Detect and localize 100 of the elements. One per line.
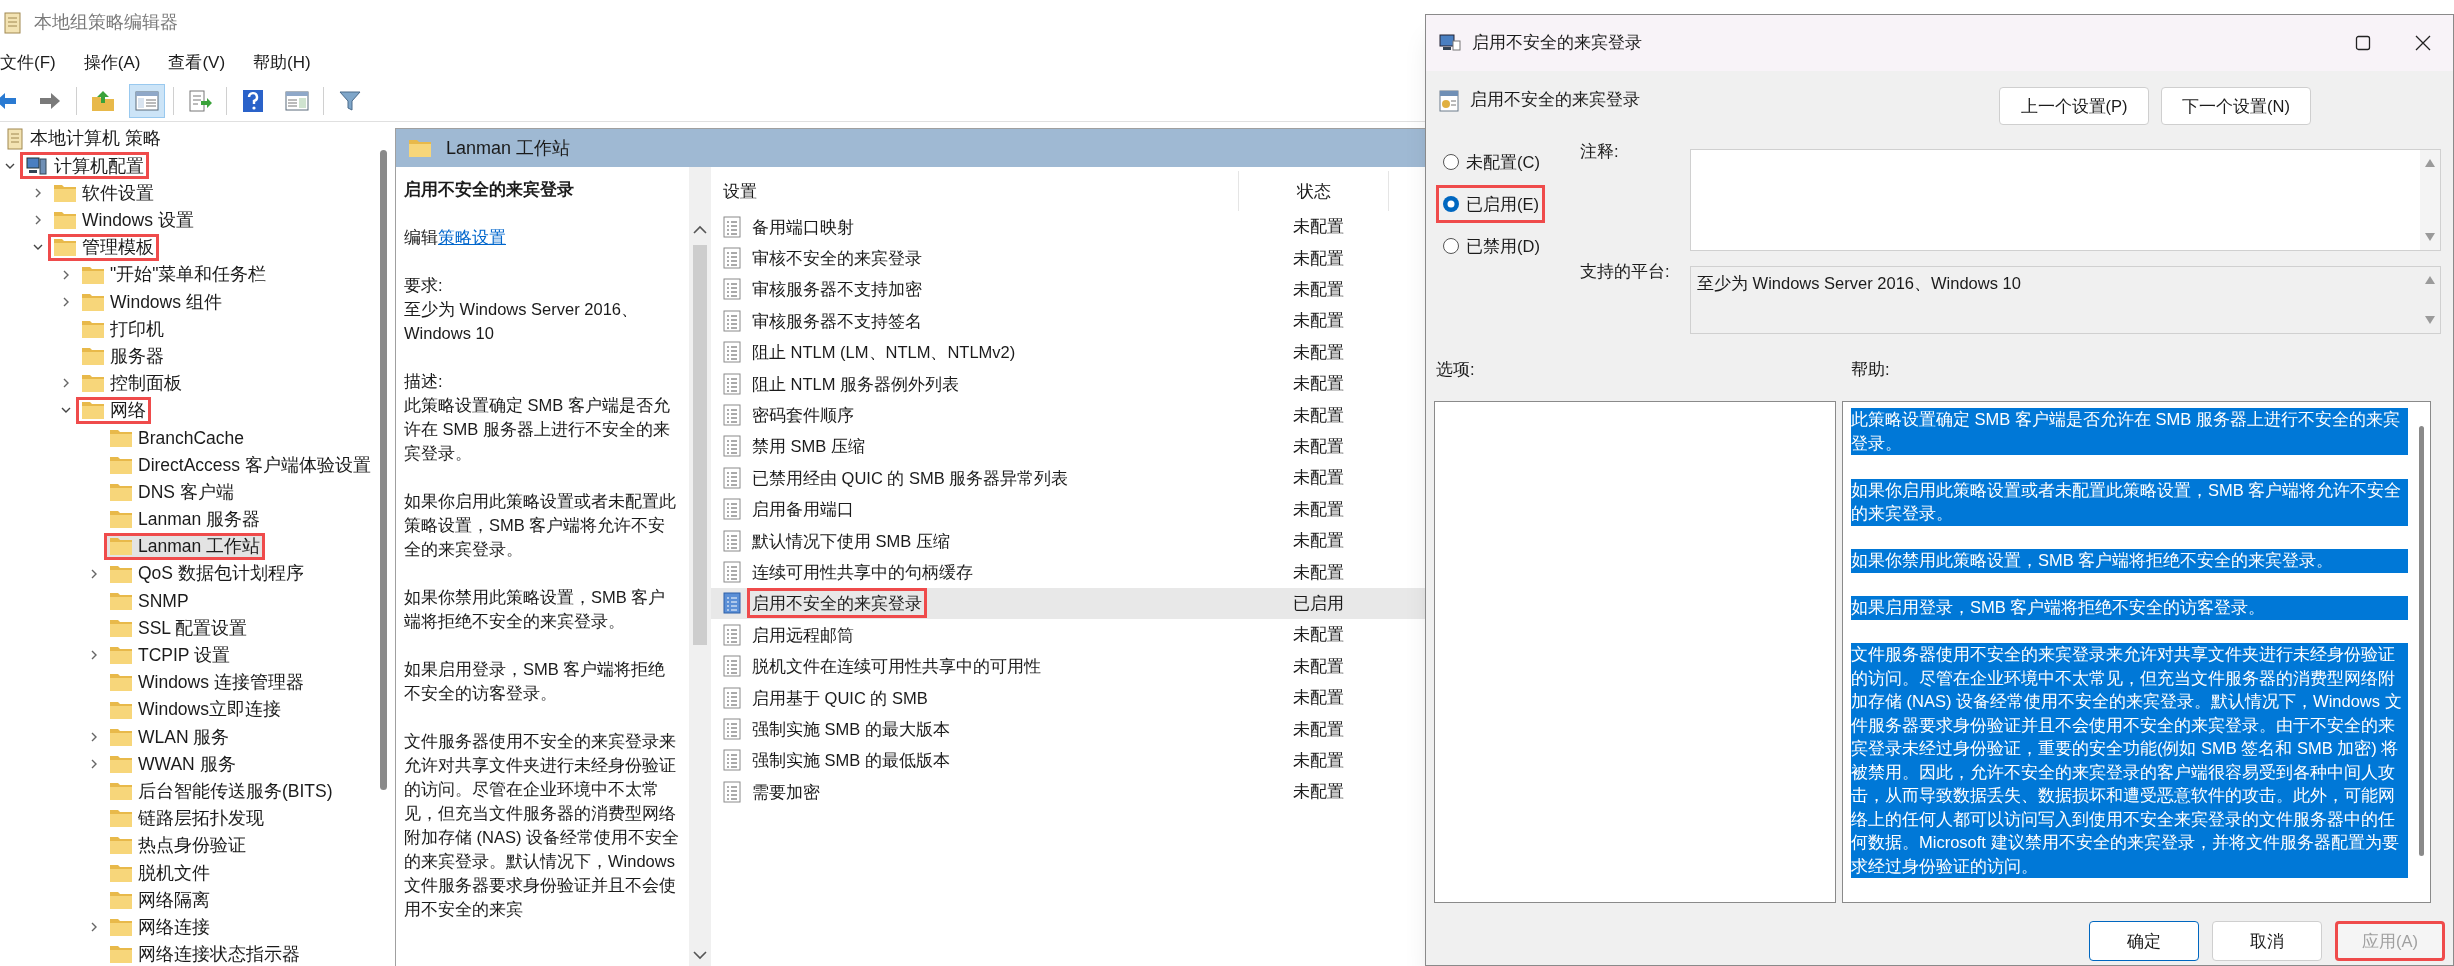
setting-state: 未配置 [1292, 624, 1344, 646]
description-text: 此策略设置确定 SMB 客户端是否允许在 SMB 服务器上进行不安全的来宾登录。 [404, 395, 671, 464]
tree-item[interactable]: Windows 设置 [48, 206, 199, 234]
computer-icon [1438, 32, 1462, 54]
tree-item[interactable]: 脱机文件 [104, 859, 215, 887]
setting-name[interactable]: 阻止 NTLM (LM、NTLM、NTLMv2) [747, 337, 1021, 368]
setting-state: 未配置 [1292, 216, 1344, 238]
folder-icon [109, 726, 133, 747]
folder-icon [109, 672, 133, 693]
tree-item[interactable]: 后台智能传送服务(BITS) [104, 777, 338, 805]
folder-icon [109, 563, 133, 584]
ok-button[interactable]: 确定 [2089, 921, 2199, 961]
tree-item[interactable]: SSL 配置设置 [104, 614, 253, 642]
setting-name[interactable]: 脱机文件在连续可用性共享中的可用性 [747, 651, 1046, 682]
setting-name[interactable]: 需要加密 [747, 776, 825, 807]
folder-up-icon [90, 89, 116, 113]
scrollbar-thumb[interactable] [2419, 426, 2424, 856]
tree-item[interactable]: DirectAccess 客户端体验设置 [104, 451, 376, 479]
radio-button[interactable]: 已禁用(D) [1436, 227, 1546, 265]
computer-icon [25, 154, 49, 177]
setting-state: 未配置 [1292, 561, 1344, 583]
setting-name[interactable]: 启用基于 QUIC 的 SMB [747, 682, 933, 713]
folder-icon [109, 427, 133, 448]
help-text: 如果你禁用此策略设置，SMB 客户端将拒绝不安全的来宾登录。 [1851, 549, 2408, 573]
setting-name[interactable]: 强制实施 SMB 的最大版本 [747, 713, 955, 744]
setting-name[interactable]: 审核服务器不支持加密 [747, 274, 927, 305]
setting-name[interactable]: 阻止 NTLM 服务器例外列表 [747, 368, 965, 399]
setting-name[interactable]: 启用不安全的来宾登录 [747, 588, 927, 619]
column-header[interactable]: 设置 [711, 171, 1239, 211]
tree-item[interactable]: Lanman 工作站 [104, 532, 266, 560]
setting-state: 未配置 [1292, 718, 1344, 740]
description-text: 文件服务器使用不安全的来宾登录来允许对共享文件夹进行未经身份验证的访问。尽管在企业环境中不太常见，但充当文件服务器的消费型网络附加存储 (NAS) 设备经常使用不安全的来宾登录。默认情况下，Windows 文件服务器要求身份验证并且不会使用不安全的来宾 [404, 731, 681, 920]
tree-item[interactable]: "开始"菜单和任务栏 [76, 261, 272, 289]
policy-icon [723, 372, 741, 395]
platform-label: 支持的平台: [1580, 261, 1671, 282]
setting-name[interactable]: 密码套件顺序 [747, 400, 859, 431]
tree-item[interactable]: 热点身份验证 [104, 831, 251, 859]
previous-setting-button[interactable]: 上一个设置(P) [1999, 87, 2149, 125]
setting-name[interactable]: 连续可用性共享中的句柄缓存 [747, 557, 978, 587]
setting-name[interactable]: 禁用 SMB 压缩 [747, 431, 870, 462]
folder-icon [109, 699, 133, 720]
tree-item[interactable]: SNMP [104, 587, 194, 615]
setting-title: 启用不安全的来宾登录 [1470, 89, 1640, 111]
tree-item[interactable]: 打印机 [76, 315, 169, 343]
scroll-down-icon[interactable] [693, 950, 707, 960]
folder-icon [81, 264, 105, 285]
tree-item[interactable]: 网络隔离 [104, 886, 215, 914]
policy-icon [723, 498, 741, 521]
scroll-up-icon[interactable] [693, 225, 707, 235]
setting-name[interactable]: 审核不安全的来宾登录 [747, 243, 927, 274]
policy-icon [723, 215, 741, 238]
setting-name[interactable]: 备用端口映射 [747, 211, 859, 242]
help-text: 如果启用登录，SMB 客户端将拒绝不安全的访客登录。 [1851, 596, 2408, 620]
setting-name[interactable]: 强制实施 SMB 的最低版本 [747, 745, 955, 776]
tree-item[interactable]: 网络连接状态指示器 [104, 940, 305, 966]
column-header[interactable]: 状态 [1239, 171, 1389, 211]
policy-icon [723, 529, 741, 552]
tree-item[interactable]: DNS 客户端 [104, 478, 239, 506]
folder-icon [53, 182, 77, 203]
tree-item[interactable]: 网络 [76, 396, 151, 424]
scrollbar-thumb[interactable] [693, 245, 707, 645]
menu-item[interactable]: 帮助(H) [249, 50, 315, 76]
tree-item[interactable]: 软件设置 [48, 179, 159, 207]
tree-item[interactable]: 链路层拓扑发现 [104, 804, 269, 832]
tree-item[interactable]: Lanman 服务器 [104, 505, 266, 533]
description-title: 启用不安全的来宾登录 [404, 179, 575, 200]
tree-item[interactable]: WWAN 服务 [104, 750, 241, 778]
setting-name[interactable]: 启用备用端口 [747, 494, 859, 525]
policy-setting-link[interactable]: 策略设置 [438, 228, 506, 246]
next-setting-button[interactable]: 下一个设置(N) [2161, 87, 2311, 125]
radio-button[interactable]: 未配置(C) [1436, 143, 1546, 181]
tree-item[interactable]: QoS 数据包计划程序 [104, 560, 309, 588]
tree-item[interactable]: 计算机配置 [20, 152, 149, 180]
tree-item[interactable]: Windows 连接管理器 [104, 668, 309, 696]
tree-item[interactable]: Windows 组件 [76, 288, 227, 316]
setting-state: 未配置 [1292, 655, 1344, 677]
tree-item[interactable]: 服务器 [76, 342, 169, 370]
scrollbar[interactable] [689, 167, 711, 966]
tree-item[interactable]: BranchCache [104, 424, 250, 452]
tree-item[interactable]: WLAN 服务 [104, 723, 235, 751]
setting-name[interactable]: 已禁用经由 QUIC 的 SMB 服务器异常列表 [747, 462, 1074, 493]
tree-item[interactable]: 管理模板 [48, 233, 159, 261]
tree-item[interactable]: TCPIP 设置 [104, 641, 236, 669]
tree-item[interactable]: 本地计算机 策略 [0, 125, 166, 153]
folder-icon [109, 536, 133, 557]
tree-item[interactable]: 网络连接 [104, 913, 215, 941]
menu-item[interactable]: 文件(F) [0, 50, 60, 76]
menu-item[interactable]: 查看(V) [164, 50, 230, 76]
setting-name[interactable]: 启用远程邮筒 [747, 619, 859, 650]
radio-button[interactable]: 已启用(E) [1436, 185, 1545, 223]
tree-item[interactable]: 控制面板 [76, 369, 187, 397]
cancel-button[interactable]: 取消 [2212, 921, 2322, 961]
setting-name[interactable]: 审核服务器不支持签名 [747, 305, 927, 336]
folder-icon [109, 645, 133, 666]
setting-name[interactable]: 默认情况下使用 SMB 压缩 [747, 525, 955, 556]
folder-icon [109, 617, 133, 638]
policy-setting-icon [1438, 89, 1460, 113]
menu-item[interactable]: 操作(A) [79, 50, 145, 76]
scrollbar-thumb[interactable] [380, 150, 387, 790]
tree-item[interactable]: Windows立即连接 [104, 696, 286, 724]
